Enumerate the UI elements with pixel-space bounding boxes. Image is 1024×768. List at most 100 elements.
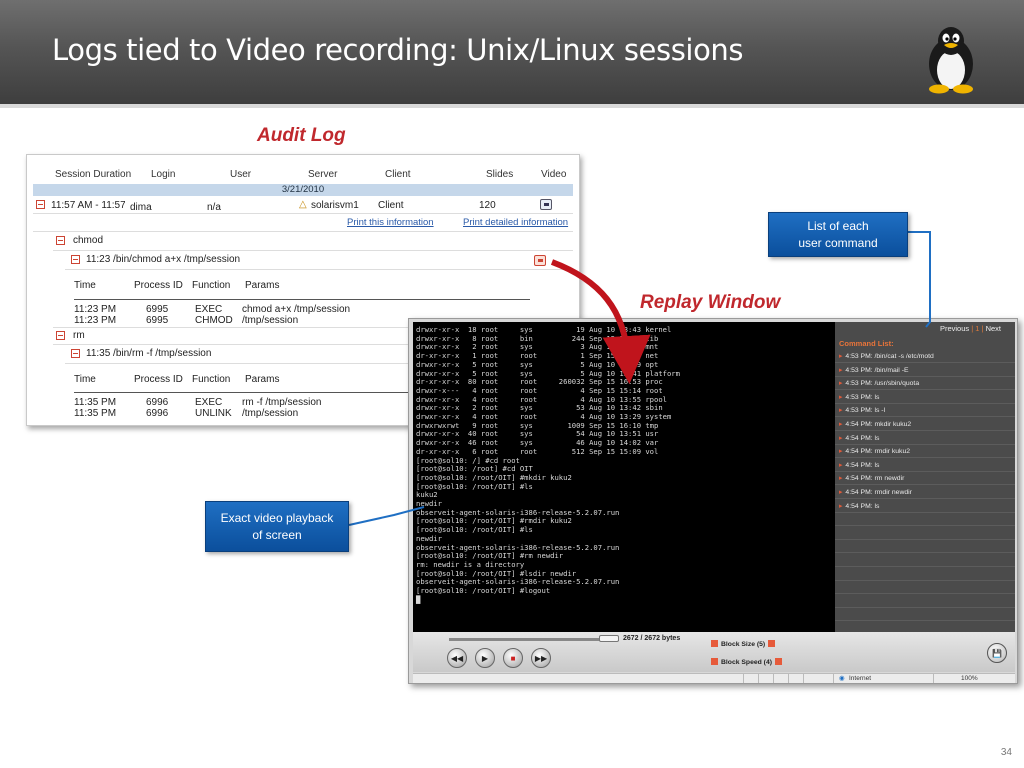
bullet-arrow-icon: ▸ (839, 393, 843, 401)
command-list-pagination: Previous | 1 | Next (939, 324, 1001, 333)
col-video[interactable]: Video (541, 169, 566, 180)
command-list-item[interactable]: ▸ 4:54 PM: rm newdir (835, 472, 1015, 486)
chmod-th-pid: Process ID (134, 280, 183, 291)
internet-zone-icon: ◉ (839, 675, 845, 682)
block-size-option[interactable]: Block Size (5) (711, 640, 776, 648)
session-login: dima (130, 202, 152, 213)
bytes-readout: 2672 / 2672 bytes (623, 635, 681, 642)
video-play-icon[interactable] (540, 199, 552, 210)
terminal-line: █ (416, 594, 421, 604)
col-user[interactable]: User (230, 169, 251, 180)
command-text: 4:53 PM: ls (845, 393, 880, 401)
rm-th-params: Params (245, 374, 280, 385)
command-text: 4:54 PM: rmdir newdir (845, 489, 912, 496)
command-list-item[interactable]: ▸ 4:54 PM: ls (835, 432, 1015, 445)
empty-command-row (835, 540, 1015, 554)
collapse-chmod-entry-icon[interactable] (71, 255, 80, 264)
session-server: solarisvm1 (311, 200, 359, 211)
chmod-entry: 11:23 /bin/chmod a+x /tmp/session (86, 254, 241, 265)
collapse-session-icon[interactable] (36, 200, 45, 209)
col-server[interactable]: Server (308, 169, 337, 180)
save-icon[interactable]: 💾 (987, 643, 1007, 663)
command-text: 4:54 PM: ls (845, 502, 880, 510)
current-page-number: 1 (975, 324, 980, 333)
bullet-arrow-icon: ▸ (839, 421, 843, 428)
tux-penguin-icon (929, 27, 973, 94)
play-button[interactable]: ▶ (475, 648, 495, 668)
decrease-block-size-icon[interactable] (711, 640, 718, 647)
command-list-item[interactable]: ▸ 4:54 PM: rmdir kuku2 (835, 445, 1015, 459)
chmod-th-time: Time (74, 280, 96, 291)
command-list-panel: Previous | 1 | Next Command List: ▸ 4:53 … (835, 322, 1015, 632)
page-number: 34 (1000, 747, 1012, 758)
command-text: 4:54 PM: rm newdir (845, 475, 905, 483)
command-text: 4:53 PM: ls -l (845, 407, 886, 415)
chmod-r0-function: EXEC (195, 304, 223, 315)
command-list-item[interactable]: ▸ 4:53 PM: ls (835, 391, 1015, 404)
rm-r1-function: UNLINK (195, 408, 232, 419)
command-list-item[interactable]: ▸ 4:54 PM: ls (835, 500, 1015, 513)
command-list-item[interactable]: ▸ 4:53 PM: /bin/cat -s /etc/motd (835, 350, 1015, 363)
col-client[interactable]: Client (385, 169, 411, 180)
seek-track[interactable] (449, 638, 619, 641)
date-group-row: 3/21/2010 (33, 184, 573, 196)
terminal-line: [root@sol10: /root/OIT] #logout (416, 586, 551, 596)
chmod-r0-params: chmod a+x /tmp/session (242, 304, 351, 315)
rewind-button[interactable]: ◀◀ (447, 648, 467, 668)
rm-r0-params: rm -f /tmp/session (242, 397, 322, 408)
terminal-line: [root@sol10: /root/OIT] #ls (416, 481, 533, 491)
command-list-item[interactable]: ▸ 4:53 PM: /bin/mail -E (835, 364, 1015, 377)
next-page-link[interactable]: Next (986, 324, 1001, 333)
collapse-rm-entry-icon[interactable] (71, 349, 80, 358)
rm-entry: 11:35 /bin/rm -f /tmp/session (86, 348, 212, 359)
command-list-item[interactable]: ▸ 4:53 PM: ls -l (835, 404, 1015, 418)
col-login[interactable]: Login (151, 169, 175, 180)
rm-r0-function: EXEC (195, 397, 223, 408)
decrease-block-speed-icon[interactable] (711, 658, 718, 665)
increase-block-size-icon[interactable] (768, 640, 776, 647)
zoom-level[interactable]: 100% (961, 675, 978, 682)
replay-window-label: Replay Window (640, 292, 781, 313)
server-icon: △ (299, 199, 307, 210)
command-text: 4:53 PM: /bin/cat -s /etc/motd (845, 353, 934, 360)
seek-thumb[interactable] (599, 635, 619, 642)
command-text: 4:54 PM: mkdir kuku2 (845, 421, 912, 428)
audit-log-label: Audit Log (257, 125, 346, 146)
list-commands-callout: List of each user command (768, 212, 908, 257)
rm-r0-time: 11:35 PM (74, 397, 117, 408)
increase-block-speed-icon[interactable] (775, 658, 782, 665)
empty-command-row (835, 527, 1015, 540)
col-session-duration[interactable]: Session Duration (55, 169, 131, 180)
chmod-r1-time: 11:23 PM (74, 315, 117, 326)
print-info-link[interactable]: Print this information (347, 217, 434, 228)
terminal-line: kuku2 (416, 490, 438, 500)
chmod-r0-pid: 6995 (146, 304, 169, 315)
stop-button[interactable]: ■ (503, 648, 523, 668)
bullet-arrow-icon: ▸ (839, 489, 843, 496)
bullet-arrow-icon: ▸ (839, 366, 843, 374)
collapse-chmod-icon[interactable] (56, 236, 65, 245)
playback-controls: 2672 / 2672 bytes ◀◀ ▶ ■ ▶▶ Block Size (… (413, 632, 1015, 672)
bullet-arrow-icon: ▸ (839, 434, 843, 442)
command-list-item[interactable]: ▸ 4:54 PM: mkdir kuku2 (835, 418, 1015, 431)
rm-th-function: Function (192, 374, 231, 385)
bullet-arrow-icon: ▸ (839, 353, 843, 360)
print-detailed-link[interactable]: Print detailed information (463, 217, 568, 228)
audit-column-headers: Session Duration Login User Server Clien… (27, 169, 579, 181)
bullet-arrow-icon: ▸ (839, 475, 843, 483)
video-jump-icon[interactable] (534, 255, 546, 266)
command-list-item[interactable]: ▸ 4:54 PM: ls (835, 459, 1015, 472)
previous-page-link[interactable]: Previous (940, 324, 969, 333)
command-list-item[interactable]: ▸ 4:53 PM: /usr/sbin/quota (835, 377, 1015, 391)
group-name-chmod: chmod (73, 235, 104, 246)
empty-command-row (835, 568, 1015, 581)
command-list-item[interactable]: ▸ 4:54 PM: rmdir newdir (835, 486, 1015, 499)
command-list-title: Command List: (839, 339, 894, 348)
fast-forward-button[interactable]: ▶▶ (531, 648, 551, 668)
col-slides[interactable]: Slides (486, 169, 513, 180)
chmod-th-function: Function (192, 280, 231, 291)
collapse-rm-icon[interactable] (56, 331, 65, 340)
terminal-line: [root@sol10: /root/OIT] #ls (416, 525, 533, 535)
browser-status-bar: ◉ Internet 100% (413, 673, 1015, 683)
block-speed-option[interactable]: Block Speed (4) (711, 658, 782, 666)
